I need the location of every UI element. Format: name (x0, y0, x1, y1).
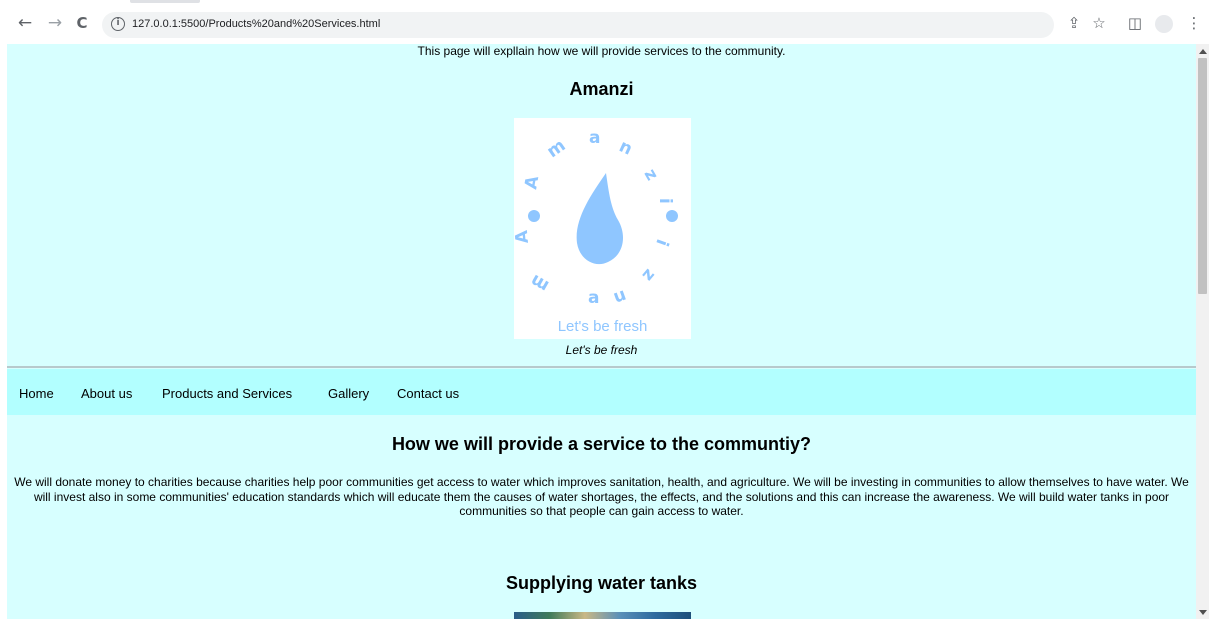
svg-text:i: i (655, 198, 675, 204)
nav-contact-us[interactable]: Contact us (397, 386, 459, 401)
site-info-icon[interactable]: i (111, 17, 125, 31)
browser-toolbar: ← → C i 127.0.0.1:5500/Products%20and%20… (0, 0, 1209, 44)
intro-text: This page will expllain how we will prov… (417, 44, 786, 58)
divider (7, 366, 1196, 368)
url-text[interactable]: 127.0.0.1:5500/Products%20and%20Services… (132, 18, 380, 30)
forward-icon[interactable]: → (44, 12, 66, 34)
svg-text:n: n (611, 285, 629, 308)
svg-text:i: i (651, 236, 672, 248)
bookmark-star-icon[interactable]: ☆ (1088, 12, 1110, 34)
svg-text:A: A (521, 174, 543, 191)
service-paragraph: We will donate money to charities becaus… (14, 475, 1189, 518)
nav-gallery[interactable]: Gallery (328, 386, 369, 401)
logo-caption: Let's be fresh (565, 343, 638, 357)
svg-text:A: A (514, 229, 533, 245)
scroll-up-arrow-icon[interactable] (1199, 49, 1207, 54)
svg-text:m: m (543, 136, 569, 163)
nav-home[interactable]: Home (19, 386, 54, 401)
svg-text:a: a (589, 128, 600, 148)
svg-text:z: z (638, 265, 660, 286)
reload-icon[interactable]: C (71, 12, 93, 34)
side-panel-icon[interactable]: ◫ (1124, 12, 1146, 34)
active-tab-indicator (130, 0, 200, 3)
menu-icon[interactable]: ⋮ (1183, 12, 1205, 34)
svg-text:n: n (616, 136, 635, 159)
water-tanks-heading: Supplying water tanks (505, 573, 698, 593)
svg-text:z: z (640, 166, 662, 185)
amanzi-logo: m a n z i i z n a m A A Let's be fresh (512, 118, 691, 339)
address-bar[interactable]: i 127.0.0.1:5500/Products%20and%20Servic… (102, 12, 1054, 38)
water-tanks-image (514, 612, 691, 619)
back-icon[interactable]: ← (14, 12, 36, 34)
logo-tagline: Let's be fresh (557, 318, 648, 335)
page-scrollbar[interactable] (1196, 44, 1209, 619)
main-navigation: Home About us Products and Services Gall… (7, 369, 1196, 415)
nav-about-us[interactable]: About us (81, 386, 132, 401)
profile-avatar[interactable] (1155, 15, 1173, 33)
logo-graphic: m a n z i i z n a m A A (512, 128, 678, 308)
brand-heading: Amanzi (569, 79, 634, 99)
nav-products-and-services[interactable]: Products and Services (162, 386, 292, 401)
scroll-thumb[interactable] (1198, 58, 1207, 294)
page-viewport: This page will expllain how we will prov… (7, 44, 1196, 619)
scroll-down-arrow-icon[interactable] (1199, 610, 1207, 615)
service-heading: How we will provide a service to the com… (391, 434, 812, 454)
svg-text:a: a (588, 288, 599, 308)
share-icon[interactable]: ⇪ (1063, 12, 1085, 34)
svg-text:m: m (527, 270, 552, 296)
